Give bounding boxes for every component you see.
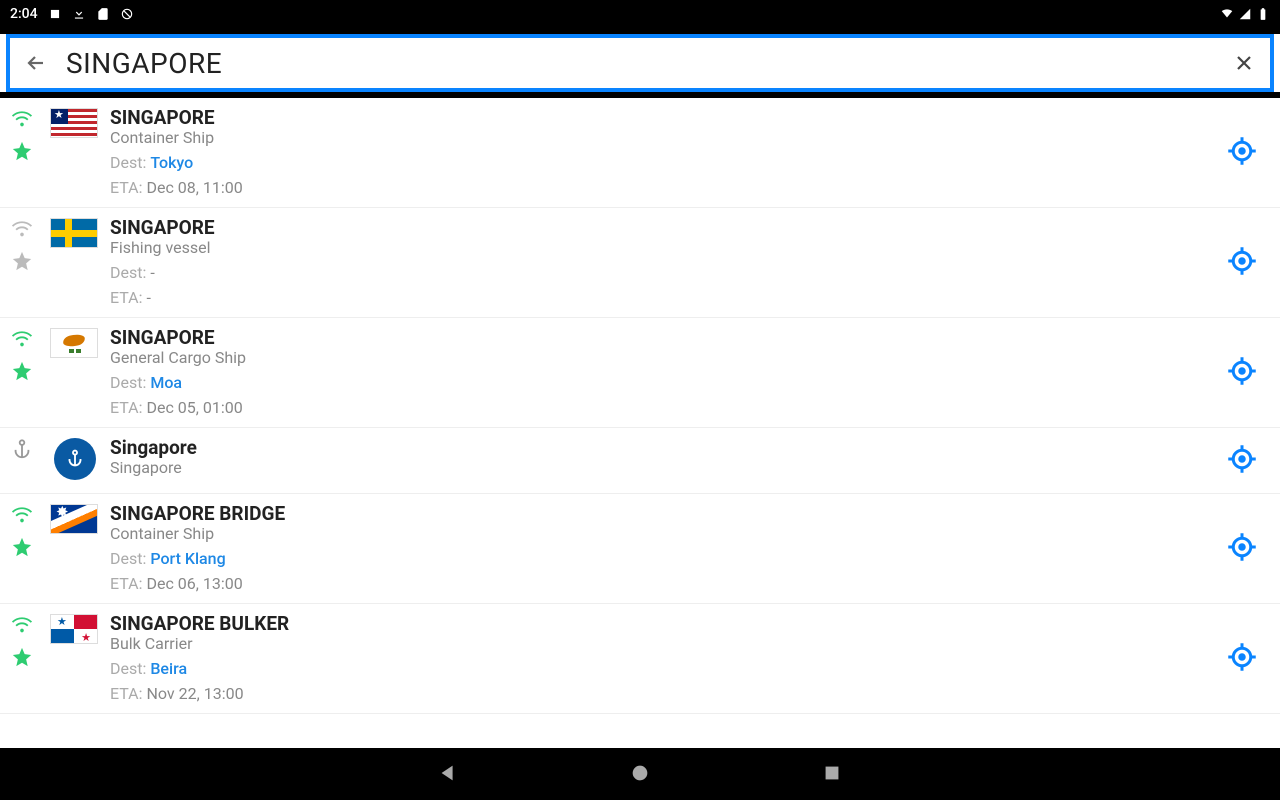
- battery-icon: [1256, 7, 1270, 21]
- locate-button[interactable]: [1227, 642, 1257, 675]
- favorite-icon[interactable]: [11, 646, 33, 668]
- wifi-icon[interactable]: [11, 218, 33, 240]
- eta-label: ETA:: [110, 684, 143, 703]
- eta-label: ETA:: [110, 288, 143, 307]
- dest-value: -: [150, 263, 154, 282]
- dest-label: Dest:: [110, 659, 146, 678]
- result-subtitle: Singapore: [110, 458, 1204, 477]
- flag-icon: [44, 98, 104, 207]
- locate-button[interactable]: [1227, 136, 1257, 169]
- signal-icon: [1238, 7, 1252, 21]
- dest-label: Dest:: [110, 263, 146, 282]
- vessel-name: SINGAPORE BRIDGE: [110, 502, 1204, 525]
- vessel-type: Container Ship: [110, 524, 1204, 543]
- locate-button[interactable]: [1227, 444, 1257, 477]
- favorite-icon[interactable]: [11, 140, 33, 162]
- notif-icon: [48, 7, 62, 21]
- result-row[interactable]: SINGAPORE Fishing vessel Dest: - ETA: -: [0, 208, 1280, 318]
- eta-label: ETA:: [110, 178, 143, 197]
- wifi-icon[interactable]: [11, 328, 33, 350]
- nav-home[interactable]: [629, 762, 651, 787]
- vessel-type: General Cargo Ship: [110, 348, 1204, 367]
- anchor-icon: [11, 438, 33, 460]
- vessel-name: SINGAPORE BULKER: [110, 612, 1204, 635]
- vessel-type: Container Ship: [110, 128, 1204, 147]
- eta-value: Nov 22, 13:00: [146, 684, 243, 703]
- dest-value[interactable]: Port Klang: [150, 549, 225, 568]
- dest-label: Dest:: [110, 153, 146, 172]
- nav-back[interactable]: [437, 762, 459, 787]
- flag-icon: [44, 208, 104, 317]
- result-row[interactable]: Singapore Singapore: [0, 428, 1280, 494]
- port-badge-icon: [54, 438, 96, 480]
- flag-icon: [44, 494, 104, 603]
- dest-label: Dest:: [110, 373, 146, 392]
- favorite-icon[interactable]: [11, 360, 33, 382]
- result-row[interactable]: SINGAPORE BRIDGE Container Ship Dest: Po…: [0, 494, 1280, 604]
- status-right: [1220, 7, 1270, 21]
- eta-value: -: [146, 288, 150, 307]
- dest-label: Dest:: [110, 549, 146, 568]
- locate-button[interactable]: [1227, 246, 1257, 279]
- eta-value: Dec 06, 13:00: [146, 574, 242, 593]
- status-left: 2:04: [10, 6, 134, 22]
- nav-recent[interactable]: [821, 762, 843, 787]
- blocked-icon: [120, 7, 134, 21]
- search-bar: [6, 34, 1274, 92]
- dest-value[interactable]: Moa: [150, 373, 182, 392]
- result-row[interactable]: SINGAPORE General Cargo Ship Dest: Moa E…: [0, 318, 1280, 428]
- status-time: 2:04: [10, 6, 38, 22]
- vessel-name: SINGAPORE: [110, 326, 1204, 349]
- dest-value[interactable]: Beira: [150, 659, 187, 678]
- locate-button[interactable]: [1227, 532, 1257, 565]
- wifi-icon[interactable]: [11, 504, 33, 526]
- vessel-name: SINGAPORE: [110, 106, 1204, 129]
- flag-icon: ★★: [44, 604, 104, 713]
- wifi-icon[interactable]: [11, 108, 33, 130]
- eta-value: Dec 08, 11:00: [146, 178, 242, 197]
- search-bar-container: [0, 34, 1280, 92]
- back-button[interactable]: [20, 47, 52, 79]
- favorite-icon[interactable]: [11, 536, 33, 558]
- vessel-name: SINGAPORE: [110, 216, 1204, 239]
- eta-value: Dec 05, 01:00: [146, 398, 242, 417]
- locate-button[interactable]: [1227, 356, 1257, 389]
- eta-label: ETA:: [110, 574, 143, 593]
- download-icon: [72, 7, 86, 21]
- wifi-icon[interactable]: [11, 614, 33, 636]
- status-bar: 2:04: [0, 0, 1280, 28]
- favorite-icon[interactable]: [11, 250, 33, 272]
- wifi-status-icon: [1220, 7, 1234, 21]
- vessel-type: Bulk Carrier: [110, 634, 1204, 653]
- vessel-type: Fishing vessel: [110, 238, 1204, 257]
- search-input[interactable]: [66, 47, 1214, 80]
- results-list[interactable]: SINGAPORE Container Ship Dest: Tokyo ETA…: [0, 98, 1280, 748]
- flag-icon: [44, 318, 104, 427]
- result-name: Singapore: [110, 436, 1204, 459]
- dest-value[interactable]: Tokyo: [150, 153, 193, 172]
- sd-icon: [96, 7, 110, 21]
- result-row[interactable]: ★★ SINGAPORE BULKER Bulk Carrier Dest: B…: [0, 604, 1280, 714]
- clear-button[interactable]: [1228, 47, 1260, 79]
- eta-label: ETA:: [110, 398, 143, 417]
- android-nav-bar: [0, 748, 1280, 800]
- result-row[interactable]: SINGAPORE Container Ship Dest: Tokyo ETA…: [0, 98, 1280, 208]
